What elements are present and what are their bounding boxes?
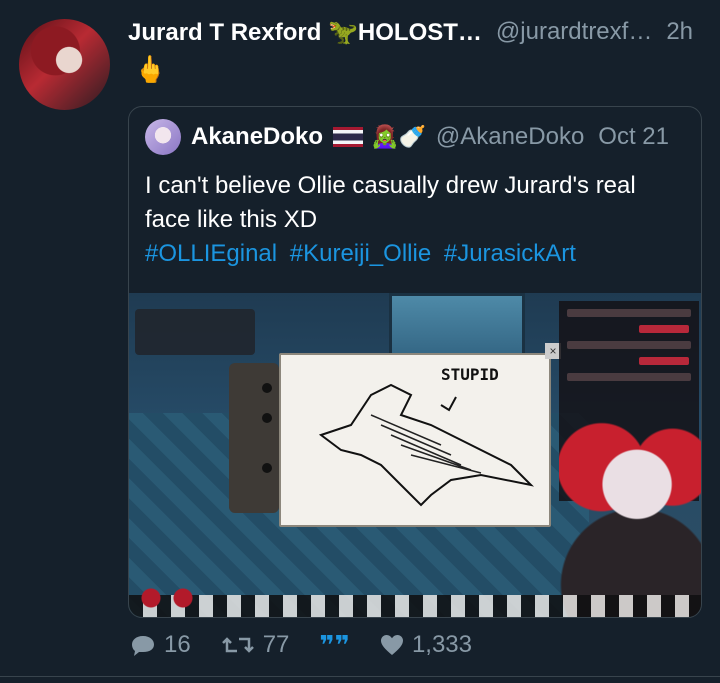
media-game-panel xyxy=(135,309,255,355)
quoted-author-handle[interactable]: @AkaneDoko xyxy=(436,123,584,151)
quoted-tweet-header: AkaneDoko 🧟‍♀️🍼 @AkaneDoko Oct 21 xyxy=(191,119,687,155)
heart-icon xyxy=(380,635,403,655)
tweet-actions: 16 77 ❞❞ 1,333 xyxy=(130,628,502,662)
thailand-flag-icon xyxy=(333,127,364,147)
retweet-icon xyxy=(221,637,254,653)
media-chat-line xyxy=(567,341,691,349)
reply-count: 16 xyxy=(164,631,191,658)
tweet-header: Jurard T Rexford 🦖HOLOST… @jurardtrexf… … xyxy=(128,16,702,48)
quoted-author-avatar[interactable] xyxy=(145,119,181,155)
like-count: 1,333 xyxy=(411,631,472,658)
hashtag-link[interactable]: #JurasickArt xyxy=(444,240,576,267)
media-roses xyxy=(135,585,215,611)
hashtag-list: #OLLIEginal #Kureiji_Ollie #JurasickArt xyxy=(145,237,685,271)
quoted-tweet-time[interactable]: Oct 21 xyxy=(598,123,669,151)
media-chat-line xyxy=(567,309,691,317)
quoted-tweet-text: I can't believe Ollie casually drew Jura… xyxy=(145,169,685,271)
hashtag-link[interactable]: #OLLIEginal xyxy=(145,240,277,267)
media-brush-dot xyxy=(262,383,272,393)
hashtag-link[interactable]: #Kureiji_Ollie xyxy=(290,240,431,267)
tweet-text: 🖕 xyxy=(134,54,167,84)
author-avatar[interactable] xyxy=(19,19,110,110)
quoted-tweet[interactable]: AkaneDoko 🧟‍♀️🍼 @AkaneDoko Oct 21 I can'… xyxy=(128,106,702,618)
quoted-author-name[interactable]: AkaneDoko xyxy=(191,123,323,151)
media-chat-line xyxy=(639,357,689,365)
reply-button[interactable]: 16 xyxy=(130,631,191,659)
media-brush-dot xyxy=(262,463,272,473)
media-chat-line xyxy=(567,373,691,381)
like-button[interactable]: 1,333 xyxy=(380,631,472,659)
quote-tweet-icon[interactable]: ❞❞ xyxy=(319,630,350,661)
media-brush-dot xyxy=(262,413,272,423)
media-drawing-canvas: × STUPID xyxy=(279,343,561,527)
media-chat-line xyxy=(639,325,689,333)
tweet-time[interactable]: 2h xyxy=(666,18,693,46)
reply-icon xyxy=(132,636,154,656)
media-image[interactable]: × STUPID xyxy=(129,293,701,617)
tweet-divider xyxy=(0,676,720,677)
quoted-tweet-body: I can't believe Ollie casually drew Jura… xyxy=(145,172,636,233)
author-handle[interactable]: @jurardtrexf… xyxy=(496,18,652,46)
media-dinosaur-sketch xyxy=(318,383,535,507)
retweet-button[interactable]: 77 xyxy=(221,631,290,659)
quoted-author-emoji: 🧟‍♀️🍼 xyxy=(371,124,426,149)
media-vtuber-avatar xyxy=(559,403,701,617)
retweet-count: 77 xyxy=(262,631,290,658)
author-name[interactable]: Jurard T Rexford 🦖HOLOST… xyxy=(128,18,482,47)
